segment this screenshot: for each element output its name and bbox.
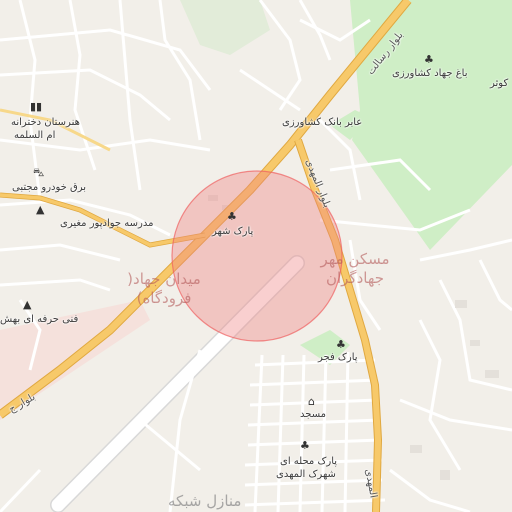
- label-meydan-jahad: میدان جهاد( فرودگاه): [108, 270, 220, 308]
- label-honarestan-1[interactable]: هنرستان دخترانه: [11, 117, 80, 128]
- tree-icon: ♣: [424, 53, 434, 66]
- label-meydan-line2: فرودگاه): [136, 289, 192, 307]
- label-masjed[interactable]: مسجد: [300, 409, 326, 420]
- tree-icon: ♣: [300, 439, 310, 452]
- tree-icon: ♣: [336, 338, 346, 351]
- label-bagh-jahad[interactable]: باغ جهاد کشاورزی: [392, 68, 468, 79]
- school-icon: ▲: [36, 203, 45, 216]
- school-icon: ▮▮: [30, 100, 43, 113]
- car-icon: ⛍: [33, 166, 45, 179]
- tree-icon: ♣: [227, 210, 237, 223]
- label-honarestan-2[interactable]: ام السلمه: [14, 130, 55, 141]
- label-park-fajr[interactable]: پارک فجر: [318, 352, 358, 363]
- label-fanni-herfe[interactable]: فنی حرفه ای بهش: [0, 314, 78, 325]
- label-maskan-mehr: مسکن مهر جهادگران: [310, 250, 400, 288]
- label-park-shahr[interactable]: پارک شهر: [212, 226, 253, 237]
- label-kowsar[interactable]: کوثر: [490, 78, 508, 89]
- label-park-mahalle-1[interactable]: پارک محله ای: [280, 456, 337, 467]
- label-maskan-line1: مسکن مهر: [320, 250, 390, 268]
- label-park-mahalle-2[interactable]: شهرک المهدی: [276, 469, 336, 480]
- mosque-icon: ⌂: [308, 395, 315, 408]
- label-manazel: منازل شبکه: [168, 492, 242, 510]
- label-barq-khodro[interactable]: برق خودرو مجتبی: [12, 182, 86, 193]
- map-view[interactable]: ♣ ▮▮ ⛍ ▲ ♣ ▲ ♣ ⌂ ♣ باغ جهاد کشاورزی کوثر…: [0, 0, 512, 512]
- label-abir-bank[interactable]: عابر بانک کشاورزی: [282, 117, 362, 128]
- school-icon: ▲: [23, 298, 32, 311]
- label-madrese[interactable]: مدرسه جوادپور مغیری: [60, 218, 153, 229]
- label-maskan-line2: جهادگران: [325, 269, 385, 287]
- label-meydan-line1: میدان جهاد(: [127, 270, 201, 288]
